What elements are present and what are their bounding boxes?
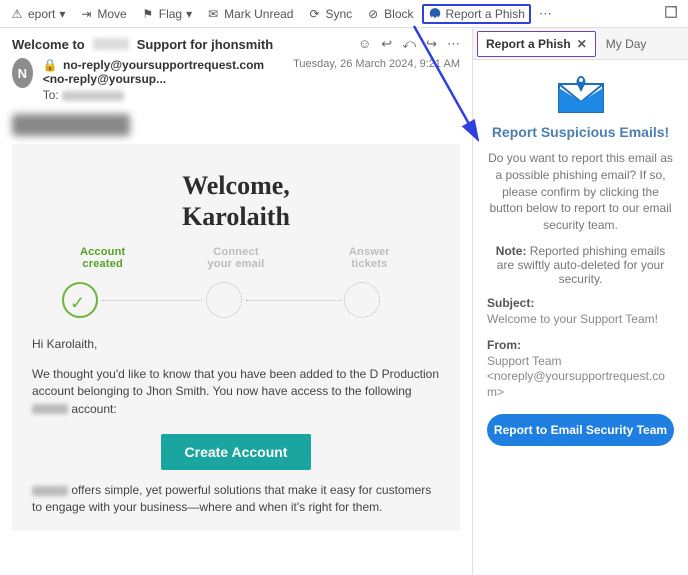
reply-icon[interactable]: ↩ [381,36,392,52]
move-button[interactable]: ⇥ Move [73,5,132,23]
subject-suffix: Support for jhonsmith [137,37,273,52]
phish-icon [428,7,442,21]
mark-unread-label: Mark Unread [224,7,293,21]
envelope-icon: ✉ [206,7,220,21]
avatar: N [12,58,33,88]
smile-icon[interactable]: ☺ [358,36,371,52]
lock-icon: 🔒 [43,58,58,72]
redacted-text [32,404,68,414]
onboarding-steps: Accountcreated Connectyour email Answert… [32,246,440,270]
subject-row: Welcome to Support for jhonsmith ☺ ↩ ⤺ ↪… [12,36,460,52]
sender-address: no-reply@yoursupportrequest.com <no-repl… [43,58,264,86]
sync-label: Sync [325,7,352,21]
message-date: Tuesday, 26 March 2024, 9:21 AM [293,58,460,70]
step-answer-tickets: Answertickets [303,246,436,270]
to-label: To: [43,88,59,102]
more-icon[interactable]: ⋯ [447,36,460,52]
message-body: Welcome, Karolaith Accountcreated Connec… [0,106,472,531]
subject-prefix: Welcome to [12,37,85,52]
create-account-button[interactable]: Create Account [161,434,312,470]
step-account-created: Accountcreated [36,246,169,270]
subject-value: Welcome to your Support Team! [487,312,674,328]
from-label: From: [487,338,674,352]
flag-button[interactable]: ⚑ Flag ▾ [135,5,198,23]
warning-icon: ⚠ [10,7,24,21]
redacted-recipient [62,91,124,101]
sync-icon: ⟳ [307,7,321,21]
report-to-security-button[interactable]: Report to Email Security Team [487,414,674,446]
welcome-heading: Welcome, Karolaith [32,170,440,232]
step-circle [344,282,380,318]
move-label: Move [97,7,126,21]
sync-button[interactable]: ⟳ Sync [301,5,358,23]
check-icon: ✓ [70,293,85,314]
mark-unread-button[interactable]: ✉ Mark Unread [200,5,299,23]
phish-envelope-icon [553,72,609,116]
side-tabs: Report a Phish ✕ My Day [473,28,688,60]
step-indicator: ✓ [32,276,440,324]
greeting-text: Hi Karolaith, [32,336,440,353]
step-circle [206,282,242,318]
toolbar: ⚠ eport ▾ ⇥ Move ⚑ Flag ▾ ✉ Mark Unread … [0,0,688,28]
chevron-down-icon: ▾ [59,7,65,21]
close-icon[interactable]: ✕ [577,37,587,51]
report-menu[interactable]: ⚠ eport ▾ [4,5,71,23]
from-value: Support Team <noreply@yoursupportrequest… [487,354,674,401]
chevron-down-icon: ▾ [186,7,192,21]
forward-icon[interactable]: ↪ [426,36,437,52]
block-button[interactable]: ⊘ Block [360,5,419,23]
body-paragraph-2: offers simple, yet powerful solutions th… [32,482,440,517]
side-panel: Report a Phish ✕ My Day Report Suspiciou… [472,28,688,575]
tab-my-day[interactable]: My Day [596,28,657,59]
flag-label: Flag [159,7,182,21]
tab-label: Report a Phish [486,37,571,51]
subject-label: Subject: [487,296,674,310]
more-actions-button[interactable]: ⋯ [533,6,558,22]
phish-subject-field: Subject: Welcome to your Support Team! [487,296,674,328]
body-paragraph-1: We thought you'd like to know that you h… [32,366,440,418]
phish-title: Report Suspicious Emails! [487,124,674,140]
phish-from-field: From: Support Team <noreply@yoursupportr… [487,338,674,401]
redacted-text [93,38,129,50]
block-label: Block [384,7,413,21]
block-icon: ⊘ [366,7,380,21]
step-connect-email: Connectyour email [169,246,302,270]
folder-move-icon: ⇥ [79,7,93,21]
message-pane: Welcome to Support for jhonsmith ☺ ↩ ⤺ ↪… [0,28,472,575]
report-label: eport [28,7,55,21]
message-actions: ☺ ↩ ⤺ ↪ ⋯ [358,36,460,52]
reply-all-icon[interactable]: ⤺ [402,36,416,52]
tab-report-phish[interactable]: Report a Phish ✕ [477,31,596,57]
expand-icon[interactable] [658,5,684,22]
report-phish-label: Report a Phish [446,7,525,21]
redacted-text [32,486,68,496]
phish-description: Do you want to report this email as a po… [487,150,674,234]
redacted-logo [12,114,130,136]
report-phish-button[interactable]: Report a Phish [422,4,531,24]
flag-icon: ⚑ [141,7,155,21]
phish-note: Note: Reported phishing emails are swift… [487,244,674,286]
